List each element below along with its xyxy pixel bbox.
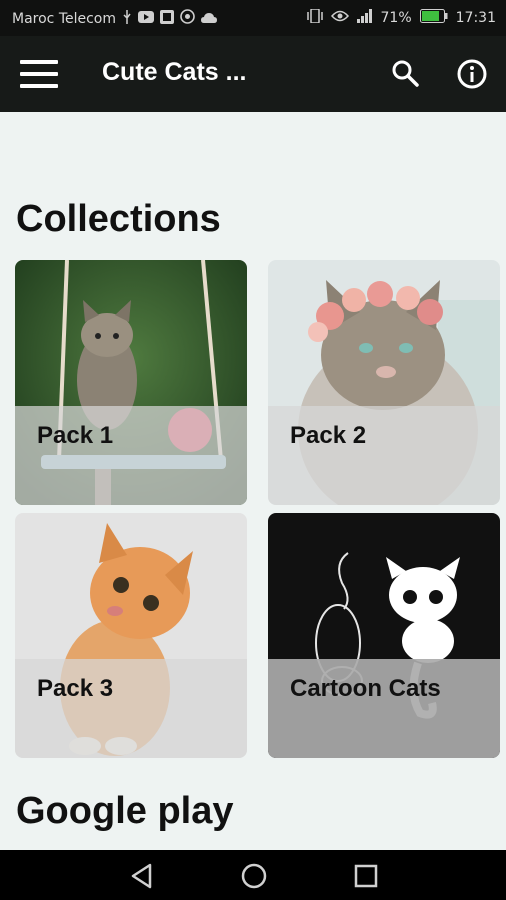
usb-icon [122,9,132,28]
info-button[interactable] [456,58,488,90]
cloud-icon [201,11,218,27]
vibrate-icon [306,8,323,27]
menu-icon-bar [20,84,58,88]
collection-label: Pack 2 [290,422,367,449]
recents-icon [354,864,378,888]
card-label-backdrop [15,406,247,505]
google-play-heading: Google play [16,790,234,832]
collection-card-pack-2[interactable]: Pack 2 [268,260,500,505]
collection-label: Pack 3 [37,675,114,702]
system-nav-bar [0,850,506,900]
youtube-icon [138,10,155,27]
menu-icon [20,60,58,64]
recents-button[interactable] [352,862,380,890]
info-icon [457,59,487,89]
collection-card-pack-1[interactable]: Pack 1 [15,260,247,505]
search-button[interactable] [390,58,420,88]
search-icon [392,60,419,87]
eye-icon [330,10,349,26]
signal-icon [356,9,373,27]
app-bar: Cute Cats ... [0,36,506,112]
gallery-icon [160,9,175,28]
status-bar-left: Maroc Telecom [12,9,218,28]
carrier-name: Maroc Telecom [12,10,117,27]
card-label-backdrop [268,406,500,505]
battery-percent: 71% [380,10,412,26]
menu-button[interactable] [20,60,58,88]
back-button[interactable] [128,862,156,890]
app-title: Cute Cats ... [102,58,247,86]
status-bar: Maroc Telecom 71% 17:31 [0,0,506,36]
collection-card-cartoon-cats[interactable]: Cartoon Cats [268,513,500,758]
clock: 17:31 [455,10,496,26]
status-bar-right: 71% 17:31 [306,8,496,27]
back-icon [131,863,152,889]
home-button[interactable] [240,862,268,890]
card-label-backdrop [15,659,247,758]
collections-heading: Collections [16,198,221,240]
whatsapp-icon [180,9,195,28]
battery-icon [419,9,448,27]
menu-icon-bar [20,72,58,76]
home-icon [241,863,267,889]
collection-label: Pack 1 [37,422,114,449]
collection-card-pack-3[interactable]: Pack 3 [15,513,247,758]
card-label-backdrop [268,659,500,758]
collection-label: Cartoon Cats [290,675,441,702]
